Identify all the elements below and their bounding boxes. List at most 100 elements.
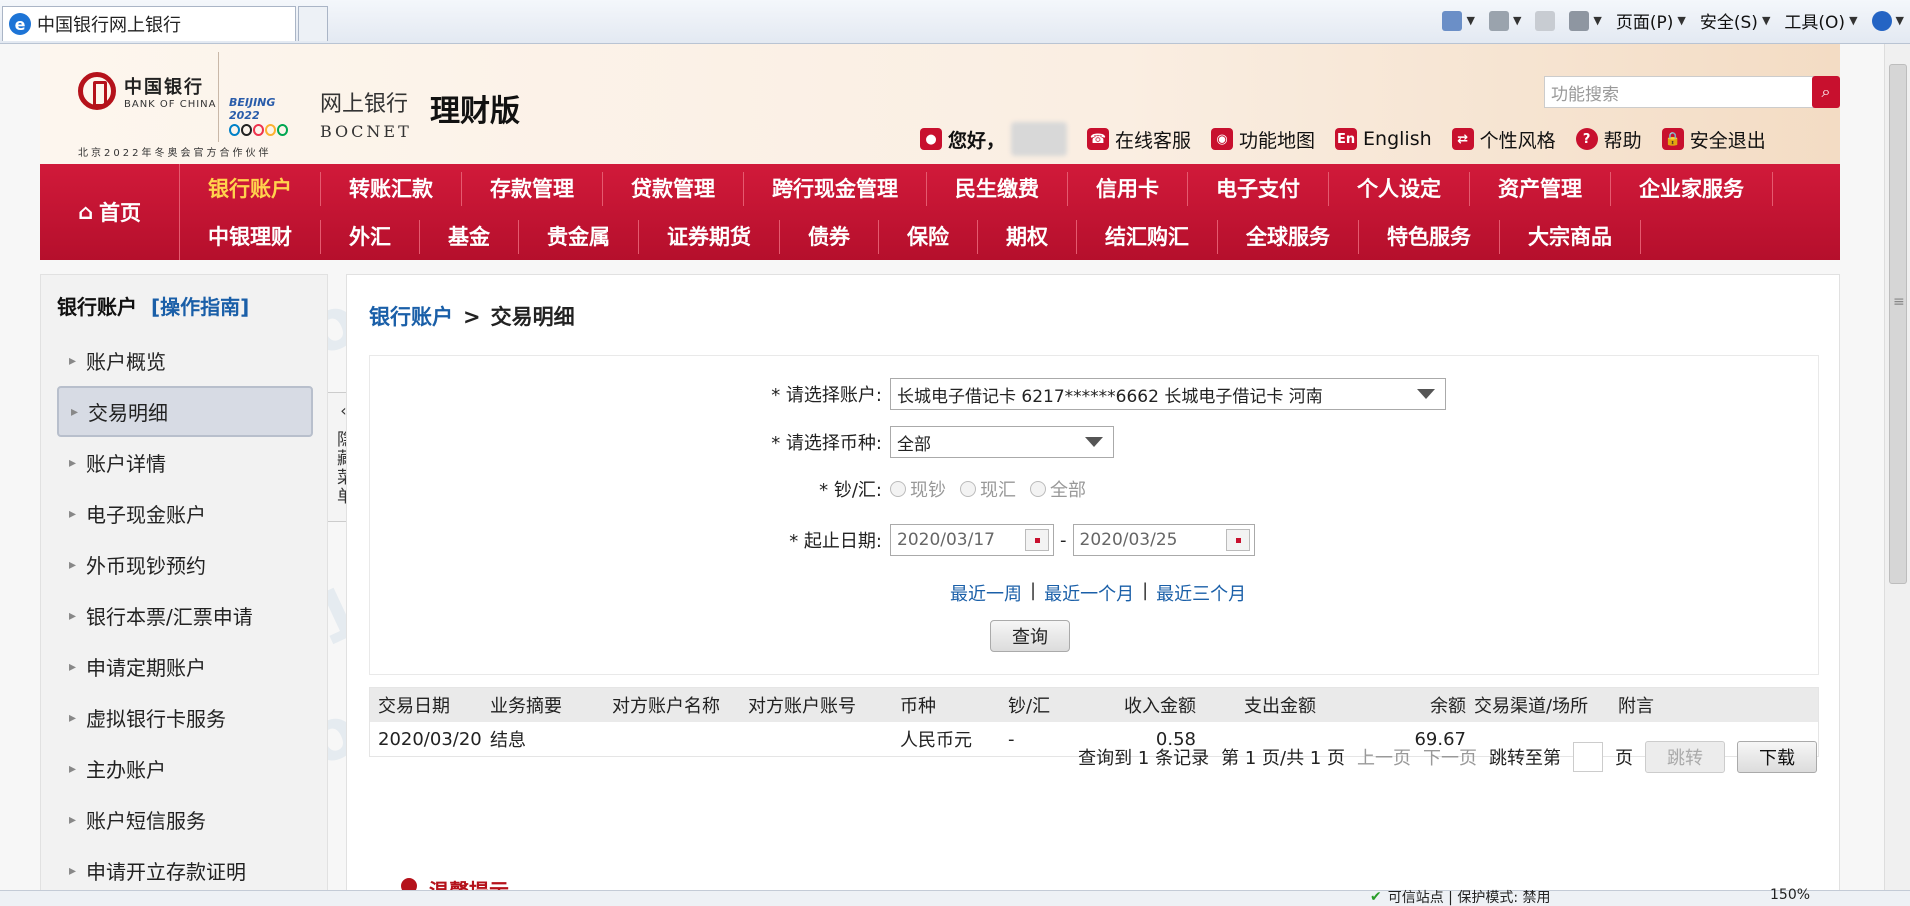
nav-credit-card[interactable]: 信用卡 [1068, 172, 1188, 206]
printer-icon [1569, 10, 1590, 31]
calendar-icon[interactable] [1225, 529, 1250, 551]
ie-icon: e [9, 13, 31, 35]
nav-cash-management[interactable]: 跨行现金管理 [744, 172, 927, 206]
prev-page-link[interactable]: 上一页 [1357, 744, 1411, 770]
nav-deposit[interactable]: 存款管理 [462, 172, 603, 206]
goto-page-input[interactable] [1573, 742, 1603, 772]
edition-title: 理财版 [430, 94, 520, 129]
nav-assets[interactable]: 资产管理 [1470, 172, 1611, 206]
radio-all[interactable]: 全部 [1030, 476, 1086, 502]
sidebar-item-foreign-cash[interactable]: 外币现钞预约 [57, 539, 313, 590]
page-menu[interactable]: 页面(P) ▼ [1616, 8, 1686, 33]
nav-fund[interactable]: 基金 [420, 220, 519, 254]
sidebar-item-ecash[interactable]: 电子现金账户 [57, 488, 313, 539]
help-link[interactable]: ? 帮助 [1575, 126, 1642, 153]
help-icon [1871, 10, 1892, 31]
olympic-rings-icon [229, 124, 288, 136]
sidebar-item-main-account[interactable]: 主办账户 [57, 743, 313, 794]
account-select[interactable]: 长城电子借记卡 6217******6662 长城电子借记卡 河南 [890, 378, 1446, 410]
sidebar-item-draft[interactable]: 银行本票/汇票申请 [57, 590, 313, 641]
goto-label: 跳转至第 [1489, 748, 1561, 769]
mail-icon [1535, 10, 1556, 31]
nav-forex[interactable]: 外汇 [321, 220, 420, 254]
radio-cash[interactable]: 现钞 [890, 476, 946, 502]
calendar-icon[interactable] [1025, 529, 1049, 551]
sidebar-item-transactions[interactable]: 交易明细 [57, 386, 313, 437]
sidebar-item-overview[interactable]: 账户概览 [57, 335, 313, 386]
left-sidebar: 银行账户[操作指南] 账户概览 交易明细 账户详情 电子现金账户 外币现钞预约 … [40, 274, 328, 890]
tools-menu[interactable]: 工具(O) ▼ [1784, 8, 1857, 33]
last-week-link[interactable]: 最近一周 [950, 580, 1022, 606]
nav-special[interactable]: 特色服务 [1359, 220, 1500, 254]
boc-logo[interactable]: 中国银行 BANK OF CHINA [78, 72, 217, 110]
chevron-down-icon [1085, 437, 1103, 447]
vertical-scrollbar[interactable]: ≡ [1884, 44, 1910, 890]
last-three-months-link[interactable]: 最近三个月 [1156, 580, 1246, 606]
user-icon: ● [920, 128, 942, 150]
download-button[interactable]: 下载 [1737, 741, 1817, 773]
nav-entrepreneur[interactable]: 企业家服务 [1611, 172, 1773, 206]
tab-title: 中国银行网上银行 [37, 15, 181, 36]
nav-payment[interactable]: 民生缴费 [927, 172, 1068, 206]
nav-metals[interactable]: 贵金属 [519, 220, 639, 254]
english-link[interactable]: En English [1335, 128, 1432, 150]
sidebar-item-virtual-card[interactable]: 虚拟银行卡服务 [57, 692, 313, 743]
sidebar-item-deposit-cert[interactable]: 申请开立存款证明 [57, 845, 313, 890]
partner-text: 北京2022年冬奥会官方合作伙伴 [78, 148, 272, 159]
table-header: 交易日期 业务摘要 对方账户名称 对方账户账号 币种 钞/汇 收入金额 支出金额… [370, 688, 1818, 722]
nav-loan[interactable]: 贷款管理 [603, 172, 744, 206]
grip-icon: ≡ [1893, 294, 1905, 310]
olympic-emblem: BEIJING 2022 [218, 52, 288, 142]
nav-e-payment[interactable]: 电子支付 [1188, 172, 1329, 206]
mail-button[interactable] [1535, 10, 1556, 31]
sidebar-item-details[interactable]: 账户详情 [57, 437, 313, 488]
logout-link[interactable]: 🔒 安全退出 [1661, 126, 1766, 153]
style-link[interactable]: ⇄ 个性风格 [1451, 126, 1556, 153]
cash-label: * 钞/汇: [819, 480, 882, 501]
chevron-down-icon [1417, 389, 1435, 399]
nav-commodities[interactable]: 大宗商品 [1500, 220, 1641, 254]
search-button[interactable]: ⌕ [1812, 76, 1840, 108]
date-to-input[interactable]: 2020/03/25 [1072, 524, 1255, 556]
web-page: 110.com 110.com 110.com 110.com 110.com … [0, 44, 1884, 890]
nav-bonds[interactable]: 债券 [780, 220, 879, 254]
nav-bank-account[interactable]: 银行账户 [180, 172, 321, 206]
function-map-link[interactable]: ◉ 功能地图 [1211, 126, 1315, 153]
sidebar-item-fixed-account[interactable]: 申请定期账户 [57, 641, 313, 692]
quick-range-links: 最近一周 | 最近一个月 | 最近三个月 [950, 580, 1247, 606]
browser-tab[interactable]: e 中国银行网上银行 [2, 6, 296, 41]
switch-icon: ⇄ [1451, 128, 1474, 150]
function-search-input[interactable]: 功能搜索 [1544, 76, 1822, 108]
currency-select[interactable]: 全部 [890, 426, 1114, 458]
nav-transfer[interactable]: 转账汇款 [321, 172, 462, 206]
last-month-link[interactable]: 最近一个月 [1044, 580, 1134, 606]
guide-link[interactable]: [操作指南] [151, 295, 249, 319]
nav-global[interactable]: 全球服务 [1218, 220, 1359, 254]
radio-remit[interactable]: 现汇 [960, 476, 1016, 502]
nav-securities[interactable]: 证券期货 [639, 220, 780, 254]
nav-home[interactable]: ⌂ 首页 [40, 164, 180, 260]
goto-button[interactable]: 跳转 [1645, 741, 1725, 773]
new-tab-button[interactable] [298, 6, 328, 41]
nav-options[interactable]: 期权 [978, 220, 1077, 254]
date-from-input[interactable]: 2020/03/17 [890, 524, 1054, 556]
nav-settings[interactable]: 个人设定 [1329, 172, 1470, 206]
print-button[interactable]: ▼ [1569, 10, 1602, 31]
currency-label: * 请选择币种: [771, 433, 882, 454]
sidebar-item-sms[interactable]: 账户短信服务 [57, 794, 313, 845]
scrollbar-thumb[interactable] [1889, 64, 1907, 584]
query-button[interactable]: 查询 [990, 620, 1070, 652]
online-service-link[interactable]: ☎ 在线客服 [1087, 126, 1191, 153]
help-menu[interactable]: ▼ [1871, 10, 1904, 31]
nav-insurance[interactable]: 保险 [879, 220, 978, 254]
main-nav: ⌂ 首页 银行账户 转账汇款 存款管理 贷款管理 跨行现金管理 民生缴费 信用卡 … [40, 164, 1840, 260]
safety-menu[interactable]: 安全(S) ▼ [1700, 8, 1771, 33]
next-page-link[interactable]: 下一页 [1423, 744, 1477, 770]
home-button[interactable]: ▼ [1442, 10, 1475, 31]
zoom-control[interactable]: 150% [1770, 887, 1810, 903]
nav-wealth[interactable]: 中银理财 [180, 220, 321, 254]
rss-button[interactable]: ▼ [1488, 10, 1521, 31]
location-icon: ◉ [1211, 128, 1234, 150]
nav-exchange[interactable]: 结汇购汇 [1077, 220, 1218, 254]
breadcrumb-link[interactable]: 银行账户 [369, 305, 453, 329]
